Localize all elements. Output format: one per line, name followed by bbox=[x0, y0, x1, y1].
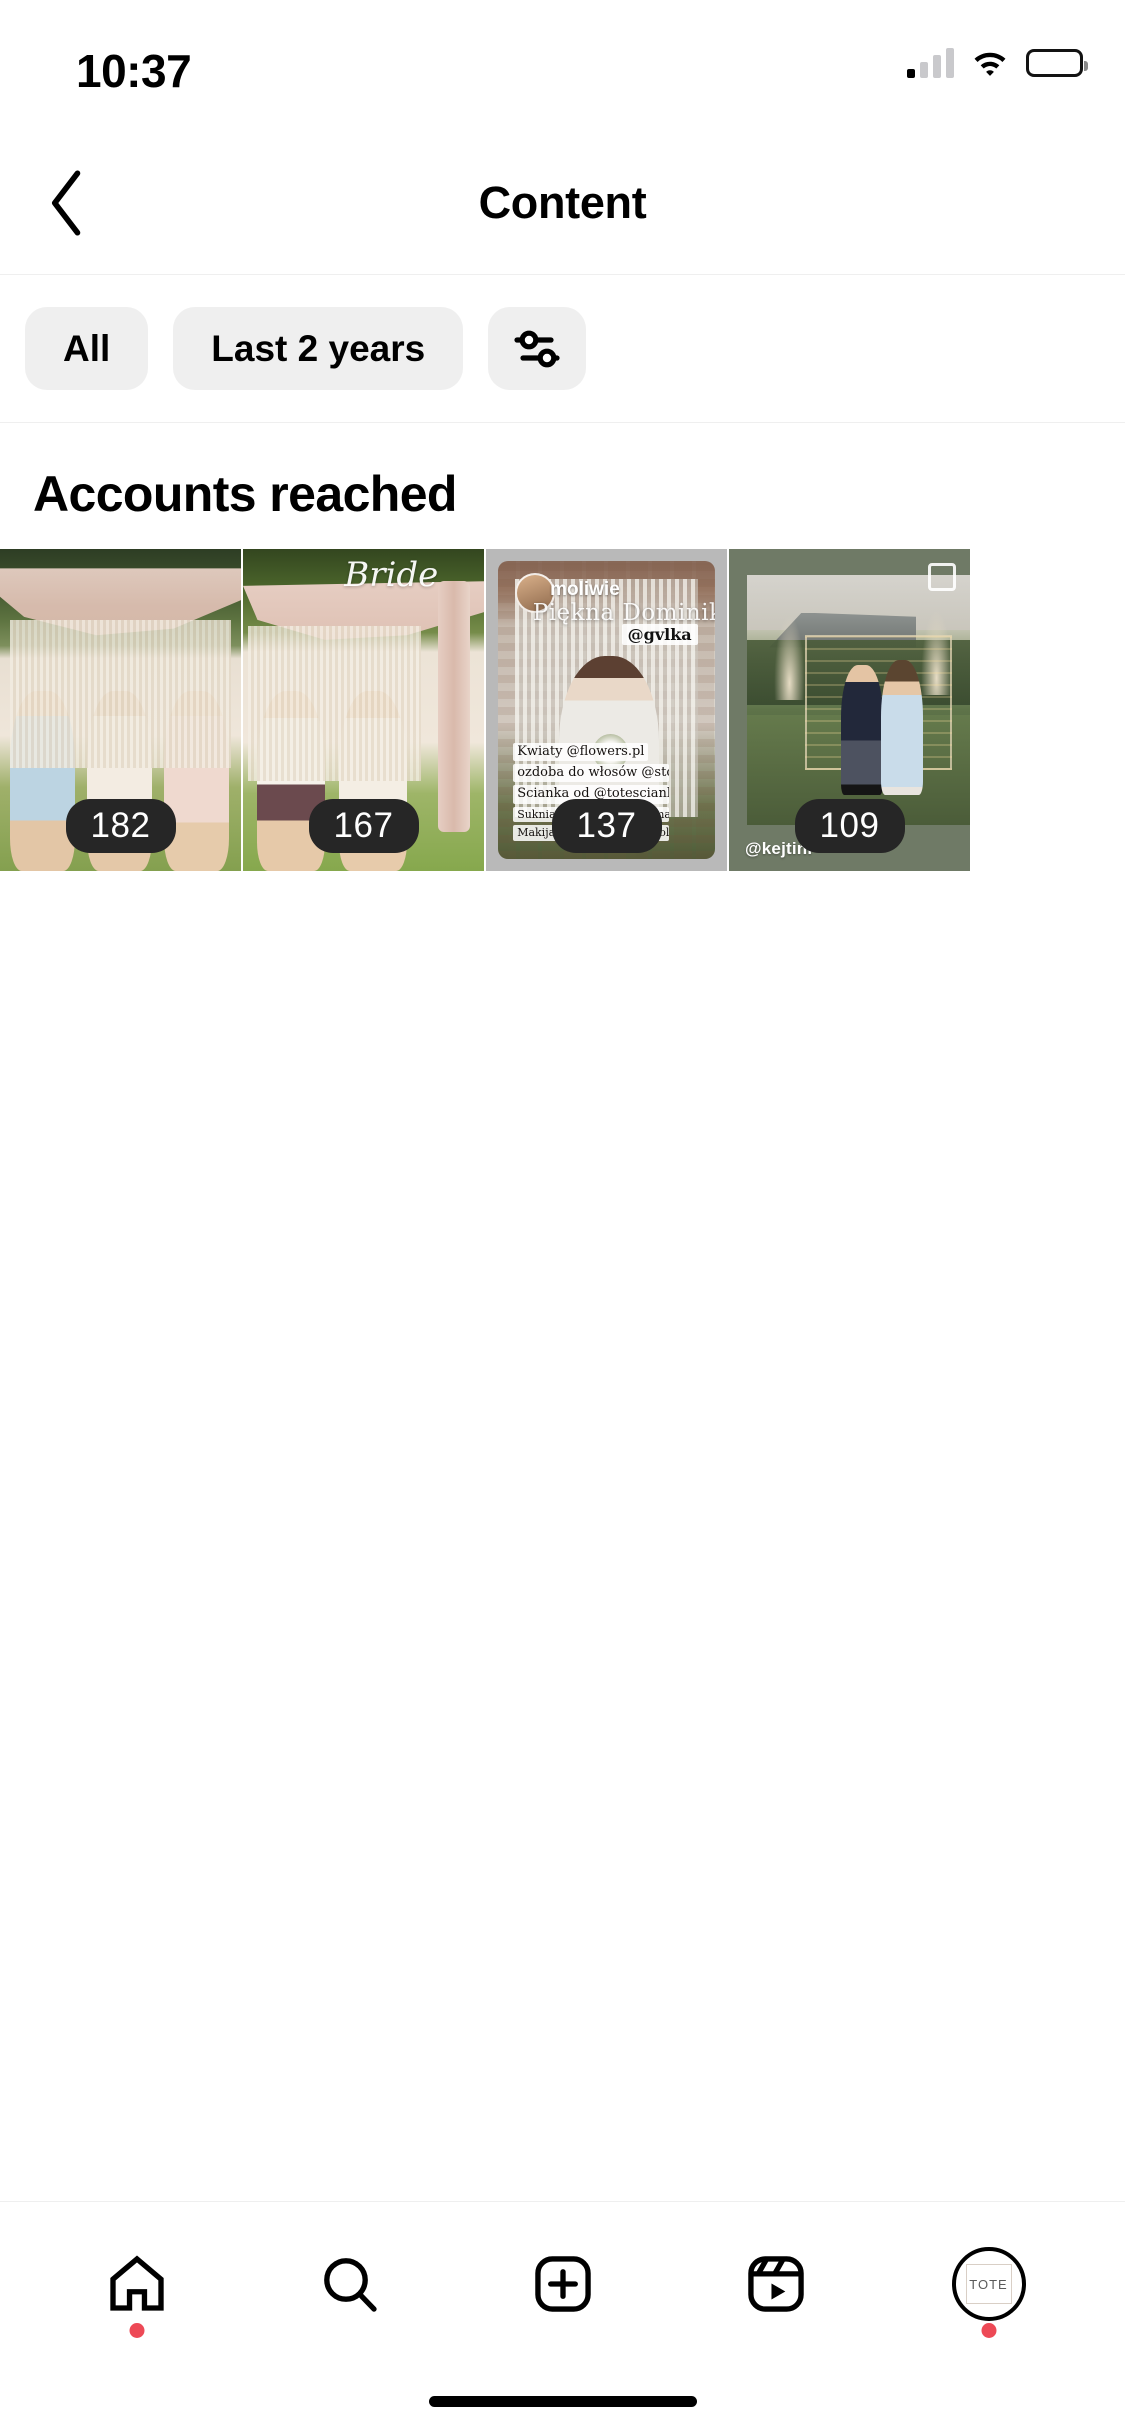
status-bar: 10:37 bbox=[0, 0, 1125, 132]
sliders-icon bbox=[514, 330, 560, 367]
story-square-sticker bbox=[928, 563, 956, 591]
navigation-bar: Content bbox=[0, 132, 1125, 275]
reach-badge: 182 bbox=[65, 799, 176, 853]
reach-badge: 167 bbox=[308, 799, 419, 853]
plus-box-icon bbox=[534, 2256, 591, 2312]
wifi-icon bbox=[974, 52, 1006, 76]
status-bar-indicators bbox=[907, 48, 1088, 78]
filter-pill-date-range[interactable]: Last 2 years bbox=[173, 307, 464, 390]
home-icon bbox=[109, 2255, 164, 2311]
filter-bar: All Last 2 years bbox=[0, 275, 1125, 423]
home-notification-dot bbox=[129, 2323, 144, 2338]
back-button[interactable] bbox=[28, 164, 106, 242]
battery-icon bbox=[1026, 49, 1088, 77]
content-post-2[interactable]: Bride 167 bbox=[243, 549, 484, 871]
sticker-line: ozdoba do włosów @stonestory.pl bbox=[513, 764, 670, 783]
story-mention-tag: @gvlka bbox=[621, 623, 698, 645]
tab-profile[interactable]: TOTE bbox=[929, 2224, 1049, 2344]
sticker-line: Kwiaty @flowers.pl bbox=[513, 742, 649, 762]
tab-search[interactable] bbox=[290, 2224, 410, 2344]
page-title: Content bbox=[478, 177, 647, 228]
reach-badge: 137 bbox=[551, 799, 662, 853]
story-title-text: Piękna Dominika! bbox=[532, 599, 715, 626]
story-username: moliwie bbox=[550, 578, 620, 600]
filter-pill-all[interactable]: All bbox=[25, 307, 149, 390]
tab-create[interactable] bbox=[503, 2224, 623, 2344]
home-indicator-area bbox=[0, 2366, 1125, 2436]
content-post-1[interactable]: 182 bbox=[0, 549, 241, 871]
app-screen: 10:37 Content All Last 2 years Accounts … bbox=[0, 0, 1125, 2436]
chevron-left-icon bbox=[51, 170, 81, 236]
home-indicator[interactable] bbox=[428, 2395, 697, 2407]
content-post-3[interactable]: moliwie Piękna Dominika! @gvlka Kwiaty @… bbox=[486, 549, 727, 871]
status-bar-time: 10:37 bbox=[76, 45, 192, 97]
reels-icon bbox=[747, 2256, 804, 2312]
cellular-signal-icon bbox=[907, 48, 954, 78]
bottom-tab-bar: TOTE bbox=[0, 2201, 1125, 2366]
reach-badge: 109 bbox=[794, 799, 905, 853]
bride-script-overlay: Bride bbox=[344, 555, 439, 596]
search-icon bbox=[323, 2258, 377, 2312]
tab-home[interactable] bbox=[77, 2224, 197, 2344]
content-grid: 182 Bride 167 moliwie Piękna Domini @gvl… bbox=[0, 549, 1125, 871]
content-post-4[interactable]: @kejtini 109 bbox=[729, 549, 970, 871]
profile-notification-dot bbox=[981, 2323, 996, 2338]
tab-reels[interactable] bbox=[716, 2224, 836, 2344]
avatar-logo-label: TOTE bbox=[965, 2264, 1012, 2304]
filter-settings-button[interactable] bbox=[488, 307, 587, 390]
section-title: Accounts reached bbox=[33, 466, 457, 522]
avatar: TOTE bbox=[951, 2247, 1026, 2321]
